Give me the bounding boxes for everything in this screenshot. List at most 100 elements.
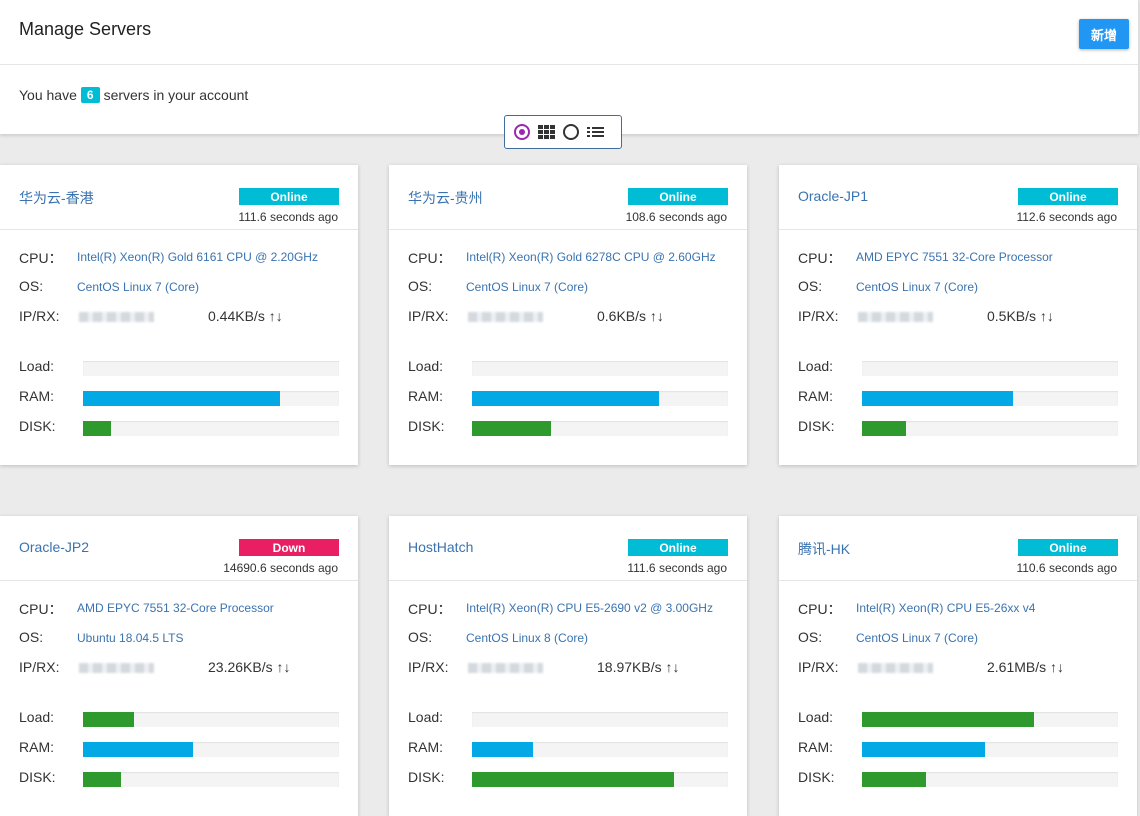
cpu-value: Intel(R) Xeon(R) Gold 6278C CPU @ 2.60GH… — [466, 250, 716, 264]
status-badge: Online — [1018, 539, 1118, 556]
cpu-label: CPU： — [19, 250, 63, 266]
load-bar — [862, 712, 1118, 727]
os-label: OS: — [798, 278, 823, 294]
ip-address-redacted — [858, 663, 933, 673]
cpu-value: AMD EPYC 7551 32-Core Processor — [77, 601, 274, 615]
view-toggle — [504, 115, 622, 149]
cpu-label: CPU： — [408, 250, 452, 266]
load-bar — [862, 361, 1118, 376]
load-label: Load: — [19, 709, 55, 725]
server-name-link[interactable]: Oracle-JP1 — [798, 188, 868, 204]
disk-bar-fill — [862, 772, 926, 787]
card-divider — [0, 229, 358, 230]
rx-rate: 18.97KB/s ↑↓ — [597, 659, 680, 675]
header-divider — [0, 64, 1138, 65]
server-name-link[interactable]: 腾讯-HK — [798, 539, 850, 559]
server-card: 华为云-贵州 Online 108.6 seconds ago CPU： Intel(R… — [389, 165, 747, 465]
cpu-value: AMD EPYC 7551 32-Core Processor — [856, 250, 1053, 264]
disk-bar-fill — [83, 421, 112, 436]
os-value: CentOS Linux 7 (Core) — [466, 280, 589, 294]
server-name-link[interactable]: 华为云-贵州 — [408, 188, 483, 208]
cpu-label: CPU： — [798, 250, 842, 266]
ram-label: RAM: — [408, 739, 443, 755]
card-divider — [389, 229, 747, 230]
load-bar — [83, 361, 339, 376]
load-bar-fill — [83, 712, 135, 727]
disk-label: DISK: — [19, 769, 56, 785]
os-label: OS: — [798, 629, 823, 645]
rx-rate: 0.44KB/s ↑↓ — [208, 308, 283, 324]
os-label: OS: — [19, 629, 44, 645]
load-bar — [472, 361, 728, 376]
rx-rate: 0.5KB/s ↑↓ — [987, 308, 1054, 324]
os-label: OS: — [19, 278, 44, 294]
rx-rate: 2.61MB/s ↑↓ — [987, 659, 1065, 675]
grid-icon[interactable] — [538, 125, 555, 139]
last-seen: 108.6 seconds ago — [625, 210, 727, 224]
cpu-label: CPU： — [19, 601, 63, 617]
ip-address-redacted — [858, 312, 933, 322]
ram-bar — [862, 391, 1118, 406]
server-card: 腾讯-HK Online 110.6 seconds ago CPU： Intel(R)… — [779, 516, 1137, 816]
server-card: Oracle-JP2 Down 14690.6 seconds ago CPU： AMD… — [0, 516, 358, 816]
server-summary: You have 6 servers in your account — [19, 87, 248, 103]
disk-bar — [862, 421, 1118, 436]
last-seen: 110.6 seconds ago — [1016, 561, 1117, 575]
load-label: Load: — [19, 358, 55, 374]
iprx-label: IP/RX: — [19, 308, 60, 324]
os-label: OS: — [408, 629, 433, 645]
rx-rate: 0.6KB/s ↑↓ — [597, 308, 664, 324]
card-divider — [779, 580, 1137, 581]
disk-bar-fill — [83, 772, 122, 787]
cpu-value: Intel(R) Xeon(R) Gold 6161 CPU @ 2.20GHz — [77, 250, 318, 264]
ip-address-redacted — [468, 312, 543, 322]
last-seen: 111.6 seconds ago — [627, 561, 727, 575]
iprx-label: IP/RX: — [408, 659, 449, 675]
ram-bar — [472, 742, 728, 757]
ram-bar-fill — [472, 742, 534, 757]
disk-bar — [862, 772, 1118, 787]
page-header: Manage Servers 新增 You have 6 servers in … — [0, 0, 1139, 134]
card-divider — [779, 229, 1137, 230]
grid-view-radio[interactable] — [514, 124, 530, 140]
os-value: CentOS Linux 7 (Core) — [856, 631, 979, 645]
ram-bar — [472, 391, 728, 406]
ram-bar-fill — [83, 391, 281, 406]
disk-bar-fill — [472, 772, 675, 787]
disk-label: DISK: — [408, 418, 445, 434]
rx-rate: 23.26KB/s ↑↓ — [208, 659, 291, 675]
status-badge: Online — [628, 539, 728, 556]
disk-bar — [83, 772, 339, 787]
summary-suffix: servers in your account — [103, 87, 249, 103]
load-bar-fill — [862, 712, 1034, 727]
os-value: Ubuntu 18.04.5 LTS — [77, 631, 184, 645]
list-icon[interactable] — [587, 127, 604, 137]
card-divider — [0, 580, 358, 581]
iprx-label: IP/RX: — [798, 659, 839, 675]
ip-address-redacted — [468, 663, 543, 673]
add-server-button[interactable]: 新增 — [1079, 19, 1129, 49]
server-card: 华为云-香港 Online 111.6 seconds ago CPU： Intel(R… — [0, 165, 358, 465]
ram-bar-fill — [83, 742, 194, 757]
server-card: HostHatch Online 111.6 seconds ago CPU： Inte… — [389, 516, 747, 816]
os-value: CentOS Linux 7 (Core) — [856, 280, 979, 294]
disk-bar — [472, 421, 728, 436]
os-value: CentOS Linux 7 (Core) — [77, 280, 200, 294]
server-name-link[interactable]: HostHatch — [408, 539, 473, 555]
disk-bar-fill — [862, 421, 906, 436]
cpu-value: Intel(R) Xeon(R) CPU E5-2690 v2 @ 3.00GH… — [466, 601, 713, 615]
ram-bar — [862, 742, 1118, 757]
server-name-link[interactable]: 华为云-香港 — [19, 188, 94, 208]
ram-bar — [83, 391, 339, 406]
cpu-value: Intel(R) Xeon(R) CPU E5-26xx v4 — [856, 601, 1036, 615]
os-value: CentOS Linux 8 (Core) — [466, 631, 589, 645]
cpu-label: CPU： — [798, 601, 842, 617]
iprx-label: IP/RX: — [798, 308, 839, 324]
server-name-link[interactable]: Oracle-JP2 — [19, 539, 89, 555]
ram-bar — [83, 742, 339, 757]
status-badge: Down — [239, 539, 339, 556]
list-view-radio[interactable] — [563, 124, 579, 140]
ram-bar-fill — [862, 742, 985, 757]
ip-address-redacted — [79, 663, 154, 673]
cpu-label: CPU： — [408, 601, 452, 617]
